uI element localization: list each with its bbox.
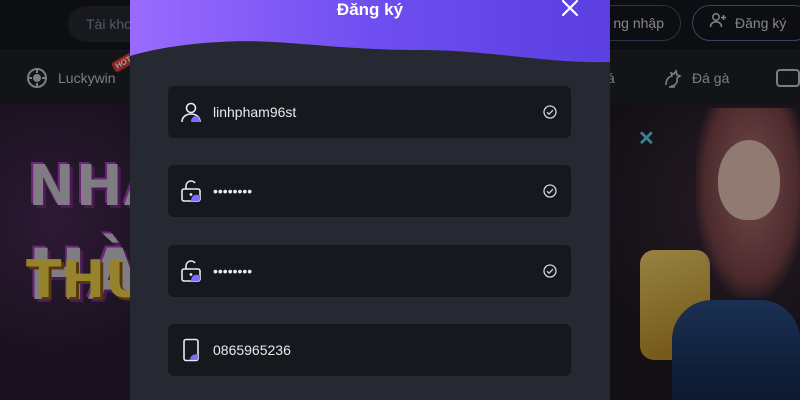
check-icon (541, 103, 559, 121)
close-icon (561, 0, 579, 22)
close-button[interactable] (558, 0, 582, 22)
register-modal: Đăng ký (130, 0, 610, 400)
modal-title: Đăng ký (336, 0, 404, 19)
password-input[interactable] (213, 183, 541, 199)
check-icon (541, 182, 559, 200)
user-icon (178, 99, 204, 125)
modal-header: Đăng ký (130, 0, 610, 70)
lock-icon (178, 178, 204, 204)
lock-icon (178, 258, 204, 284)
password-field[interactable] (168, 165, 571, 217)
phone-input[interactable] (213, 342, 571, 358)
check-icon (541, 262, 559, 280)
confirm-password-field[interactable] (168, 245, 571, 297)
username-field[interactable] (168, 86, 571, 138)
username-input[interactable] (213, 104, 541, 120)
phone-field[interactable] (168, 324, 571, 376)
phone-icon (178, 337, 204, 363)
confirm-password-input[interactable] (213, 263, 541, 279)
